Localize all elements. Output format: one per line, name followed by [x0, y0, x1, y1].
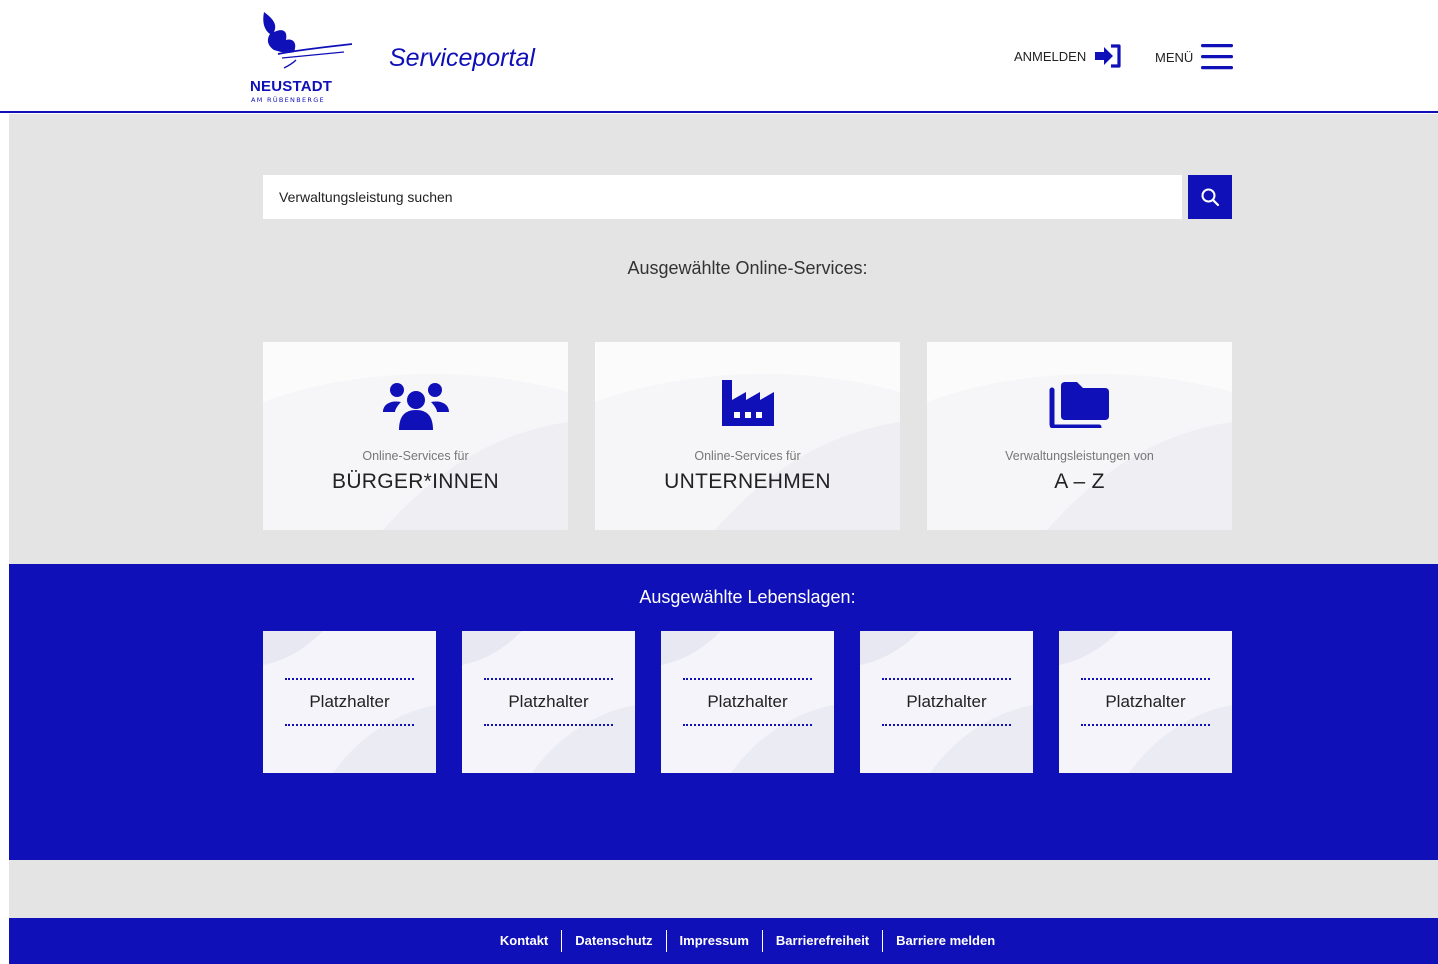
- sign-in-icon: [1095, 44, 1121, 68]
- dotted-divider: [1081, 724, 1210, 726]
- footer-link-barrierefreiheit[interactable]: Barrierefreiheit: [761, 930, 882, 952]
- life-situation-card[interactable]: Platzhalter: [263, 631, 436, 773]
- life-situation-label: Platzhalter: [309, 692, 390, 711]
- search-button[interactable]: [1188, 175, 1232, 219]
- hamburger-menu-icon: [1201, 44, 1234, 70]
- footer-link-datenschutz[interactable]: Datenschutz: [561, 930, 665, 952]
- dotted-divider: [484, 678, 613, 680]
- stork-logo-icon: [263, 12, 353, 69]
- dotted-divider: [882, 678, 1011, 680]
- card-background-swoosh: [595, 342, 900, 530]
- search-input[interactable]: [263, 175, 1182, 219]
- dotted-divider: [484, 724, 613, 726]
- footer-link-impressum[interactable]: Impressum: [665, 930, 762, 952]
- menu-label: MENÜ: [1155, 49, 1194, 65]
- city-logo[interactable]: NEUSTADT AM RÜBENBERGE: [250, 10, 360, 110]
- spacer-strip: [9, 860, 1438, 918]
- card-subtitle: Online-Services für: [694, 449, 801, 463]
- folder-icon: [927, 380, 1232, 428]
- card-title: BÜRGER*INNEN: [332, 470, 499, 493]
- portal-title[interactable]: Serviceportal: [389, 44, 535, 73]
- footer-link-barriere-melden[interactable]: Barriere melden: [882, 930, 1008, 952]
- dotted-divider: [882, 724, 1011, 726]
- life-situation-card[interactable]: Platzhalter: [860, 631, 1033, 773]
- dotted-divider: [683, 678, 812, 680]
- industry-icon: [595, 380, 900, 426]
- life-situation-card[interactable]: Platzhalter: [462, 631, 635, 773]
- footer-link-kontakt[interactable]: Kontakt: [487, 930, 561, 952]
- card-subtitle: Online-Services für: [362, 449, 469, 463]
- service-card-a-z[interactable]: Verwaltungsleistungen von A – Z: [927, 342, 1232, 530]
- life-situation-card[interactable]: Platzhalter: [661, 631, 834, 773]
- online-services-heading: Ausgewählte Online-Services:: [627, 258, 868, 278]
- dotted-divider: [1081, 678, 1210, 680]
- service-card-citizens[interactable]: Online-Services für BÜRGER*INNEN: [263, 342, 568, 530]
- card-background-swoosh: [263, 342, 568, 530]
- life-situation-label: Platzhalter: [906, 692, 987, 711]
- search-icon: [1201, 188, 1220, 207]
- card-title: UNTERNEHMEN: [664, 470, 831, 493]
- footer-links: Kontakt Datenschutz Impressum Barrierefr…: [0, 918, 1438, 964]
- search-bar: [263, 175, 1232, 219]
- life-situation-label: Platzhalter: [1105, 692, 1186, 711]
- life-situation-label: Platzhalter: [508, 692, 589, 711]
- card-title: A – Z: [1054, 470, 1105, 493]
- dotted-divider: [683, 724, 812, 726]
- login-button[interactable]: ANMELDEN: [1014, 44, 1122, 68]
- site-header: NEUSTADT AM RÜBENBERGE Serviceportal ANM…: [0, 0, 1438, 113]
- card-subtitle: Verwaltungsleistungen von: [1005, 449, 1154, 463]
- menu-button[interactable]: MENÜ: [1155, 42, 1234, 72]
- login-label: ANMELDEN: [1014, 48, 1087, 64]
- service-card-companies[interactable]: Online-Services für UNTERNEHMEN: [595, 342, 900, 530]
- users-icon: [263, 380, 568, 432]
- dotted-divider: [285, 678, 414, 680]
- card-background-swoosh: [927, 342, 1232, 530]
- logo-city-name: NEUSTADT: [250, 78, 333, 95]
- life-situations-heading: Ausgewählte Lebenslagen:: [639, 587, 856, 607]
- life-situation-card[interactable]: Platzhalter: [1059, 631, 1232, 773]
- life-situation-label: Platzhalter: [707, 692, 788, 711]
- dotted-divider: [285, 724, 414, 726]
- logo-city-subtitle: AM RÜBENBERGE: [251, 96, 325, 104]
